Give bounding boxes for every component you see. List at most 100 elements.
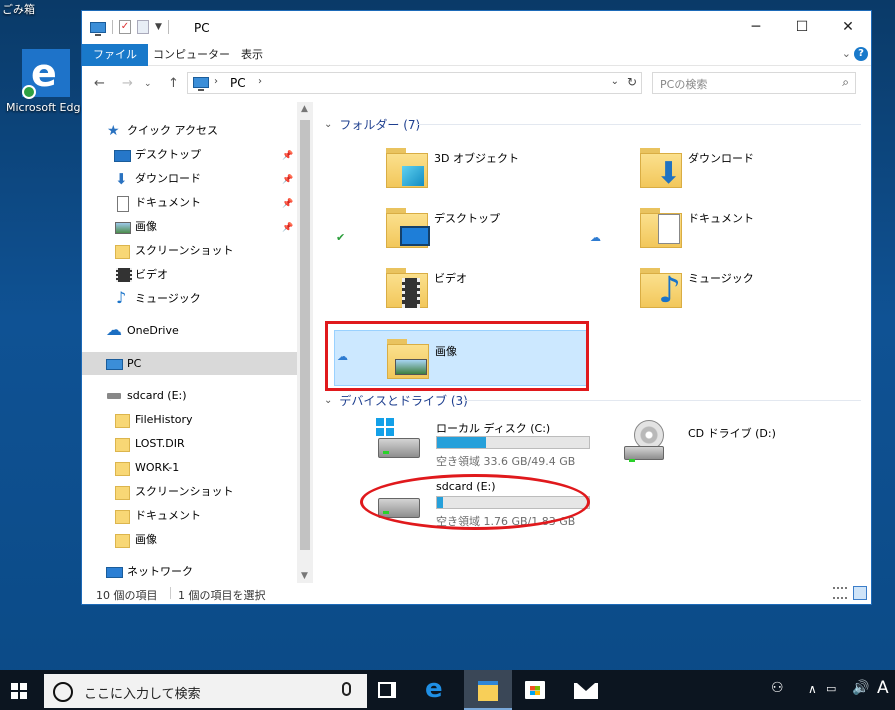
pictures-icon	[114, 219, 131, 235]
nav-documents[interactable]: ドキュメント	[114, 192, 201, 214]
content-pane: ⌄ フォルダー (7) 3D オブジェクト ⬇ ダウンロード ✔ デスクトップ ☁…	[314, 102, 871, 583]
edge-taskbar-icon[interactable]: e	[425, 674, 443, 704]
nav-onedrive[interactable]: OneDrive	[106, 319, 179, 342]
help-icon[interactable]: ?	[854, 47, 868, 61]
folder-videos[interactable]: ビデオ	[324, 262, 574, 320]
desktop-icon	[114, 147, 131, 163]
pin-icon[interactable]: 📌	[282, 223, 293, 233]
scroll-thumb[interactable]	[300, 120, 310, 550]
minimize-button[interactable]: ─	[733, 11, 779, 44]
file-explorer-taskbar-icon[interactable]	[464, 670, 512, 710]
pc-icon	[106, 356, 123, 372]
edge-desktop-icon[interactable]: e	[22, 49, 70, 99]
highlight-oval-sdcard	[360, 474, 590, 530]
task-view-icon[interactable]	[378, 682, 396, 698]
customize-dropdown-icon[interactable]: ▼	[155, 22, 162, 32]
folder-icon	[114, 412, 130, 428]
recent-locations-icon[interactable]: ⌄	[144, 79, 152, 89]
taskbar: ここに入力して検索 e ⚇ ∧ ▭ 🔊 A	[0, 670, 895, 710]
maximize-button[interactable]: ☐	[779, 11, 825, 44]
scroll-up-icon[interactable]: ▲	[301, 104, 308, 114]
selected-count: 1 個の項目を選択	[178, 589, 266, 602]
nav-videos[interactable]: ビデオ	[114, 264, 168, 286]
folder-downloads[interactable]: ⬇ ダウンロード	[578, 142, 828, 200]
folder-icon	[114, 243, 130, 259]
collapse-chevron-icon: ⌄	[324, 119, 333, 130]
details-view-icon[interactable]	[833, 587, 847, 599]
close-button[interactable]: ✕	[825, 11, 871, 44]
network-icon	[106, 564, 123, 580]
folder-desktop[interactable]: ✔ デスクトップ	[324, 202, 574, 260]
refresh-icon[interactable]: ↻	[627, 75, 637, 89]
people-icon[interactable]: ⚇	[771, 680, 784, 696]
nav-sdcard[interactable]: sdcard (E:)	[106, 385, 187, 407]
nav-filehistory[interactable]: FileHistory	[114, 409, 193, 431]
breadcrumb-pc[interactable]: PC	[230, 76, 246, 90]
start-windows-icon[interactable]	[11, 683, 27, 699]
nav-quick-access[interactable]: クイック アクセス	[106, 120, 218, 142]
collapse-chevron-icon: ⌄	[324, 395, 333, 406]
nav-screenshots[interactable]: スクリーンショット	[114, 240, 233, 262]
pin-icon[interactable]: 📌	[282, 151, 293, 161]
drive-c[interactable]: ローカル ディスク (C:) 空き領域 33.6 GB/49.4 GB	[368, 418, 618, 474]
drives-group-header[interactable]: ⌄ デバイスとドライブ (3)	[324, 392, 468, 409]
breadcrumb-chevron-icon[interactable]: ›	[258, 76, 262, 87]
music-note-icon: ♪	[658, 270, 681, 311]
nav-sd-screenshots[interactable]: スクリーンショット	[114, 481, 233, 503]
search-placeholder: PCの検索	[660, 78, 708, 91]
folders-group-header[interactable]: ⌄ フォルダー (7)	[324, 116, 420, 133]
windows-logo-icon	[376, 418, 394, 436]
tab-file[interactable]: ファイル	[82, 44, 148, 66]
store-icon[interactable]	[525, 681, 545, 699]
volume-icon[interactable]: 🔊	[852, 680, 869, 696]
drive-d[interactable]: CD ドライブ (D:)	[620, 418, 870, 474]
taskbar-search-input[interactable]: ここに入力して検索	[44, 674, 367, 708]
address-dropdown-icon[interactable]: ⌄	[611, 76, 619, 87]
scroll-down-icon[interactable]: ▼	[301, 571, 308, 581]
hard-drive-icon	[624, 446, 664, 462]
tab-computer[interactable]: コンピューター	[142, 44, 241, 66]
show-hidden-icons-chevron-icon[interactable]: ∧	[808, 682, 817, 696]
nav-pictures[interactable]: 画像	[114, 216, 157, 238]
nav-network[interactable]: ネットワーク	[106, 561, 193, 583]
pc-icon	[193, 77, 209, 91]
network-tray-icon[interactable]: ▭	[826, 682, 836, 695]
back-button[interactable]: ←	[94, 76, 105, 91]
pin-icon[interactable]: 📌	[282, 199, 293, 209]
nav-work1[interactable]: WORK-1	[114, 457, 179, 479]
new-folder-icon[interactable]	[137, 20, 149, 34]
mail-icon[interactable]	[574, 683, 598, 699]
cloud-status-icon: ☁	[590, 231, 601, 244]
search-icon[interactable]: ⌕	[842, 75, 849, 90]
folder-documents[interactable]: ☁ ドキュメント	[578, 202, 828, 260]
nav-sd-documents[interactable]: ドキュメント	[114, 505, 201, 527]
pin-icon[interactable]: 📌	[282, 175, 293, 185]
nav-sd-pictures[interactable]: 画像	[114, 529, 157, 551]
edge-desktop-label[interactable]: Microsoft Edge	[6, 101, 87, 114]
title-bar[interactable]: ✓ ▼ PC ─ ☐ ✕	[82, 11, 871, 44]
ribbon-expand-icon[interactable]: ⌄	[842, 47, 851, 60]
folder-music[interactable]: ♪ ミュージック	[578, 262, 828, 320]
document-page-icon	[658, 214, 680, 244]
tab-view[interactable]: 表示	[230, 44, 274, 66]
recycle-bin-label[interactable]: ごみ箱	[2, 1, 35, 17]
nav-pc[interactable]: PC	[106, 353, 141, 375]
nav-desktop[interactable]: デスクトップ	[114, 144, 201, 166]
address-bar[interactable]: › PC › ⌄ ↻	[187, 72, 642, 94]
highlight-box-pictures	[325, 321, 589, 391]
forward-button[interactable]: →	[122, 76, 133, 91]
breadcrumb-chevron-icon[interactable]: ›	[214, 76, 218, 87]
properties-icon[interactable]: ✓	[119, 20, 131, 34]
microphone-icon[interactable]	[342, 682, 351, 696]
up-button[interactable]: ↑	[168, 76, 179, 91]
download-arrow-icon: ⬇	[656, 156, 682, 191]
nav-downloads[interactable]: ダウンロード	[114, 168, 201, 190]
ime-indicator[interactable]: A	[877, 678, 889, 698]
folder-3d-objects[interactable]: 3D オブジェクト	[324, 142, 574, 200]
nav-music[interactable]: ミュージック	[114, 287, 201, 310]
tiles-view-icon[interactable]	[853, 586, 867, 600]
nav-lostdir[interactable]: LOST.DIR	[114, 433, 185, 455]
nav-scrollbar[interactable]: ▲ ▼	[297, 102, 313, 583]
search-input[interactable]: PCの検索 ⌕	[652, 72, 856, 94]
cube-3d-icon	[402, 166, 424, 186]
